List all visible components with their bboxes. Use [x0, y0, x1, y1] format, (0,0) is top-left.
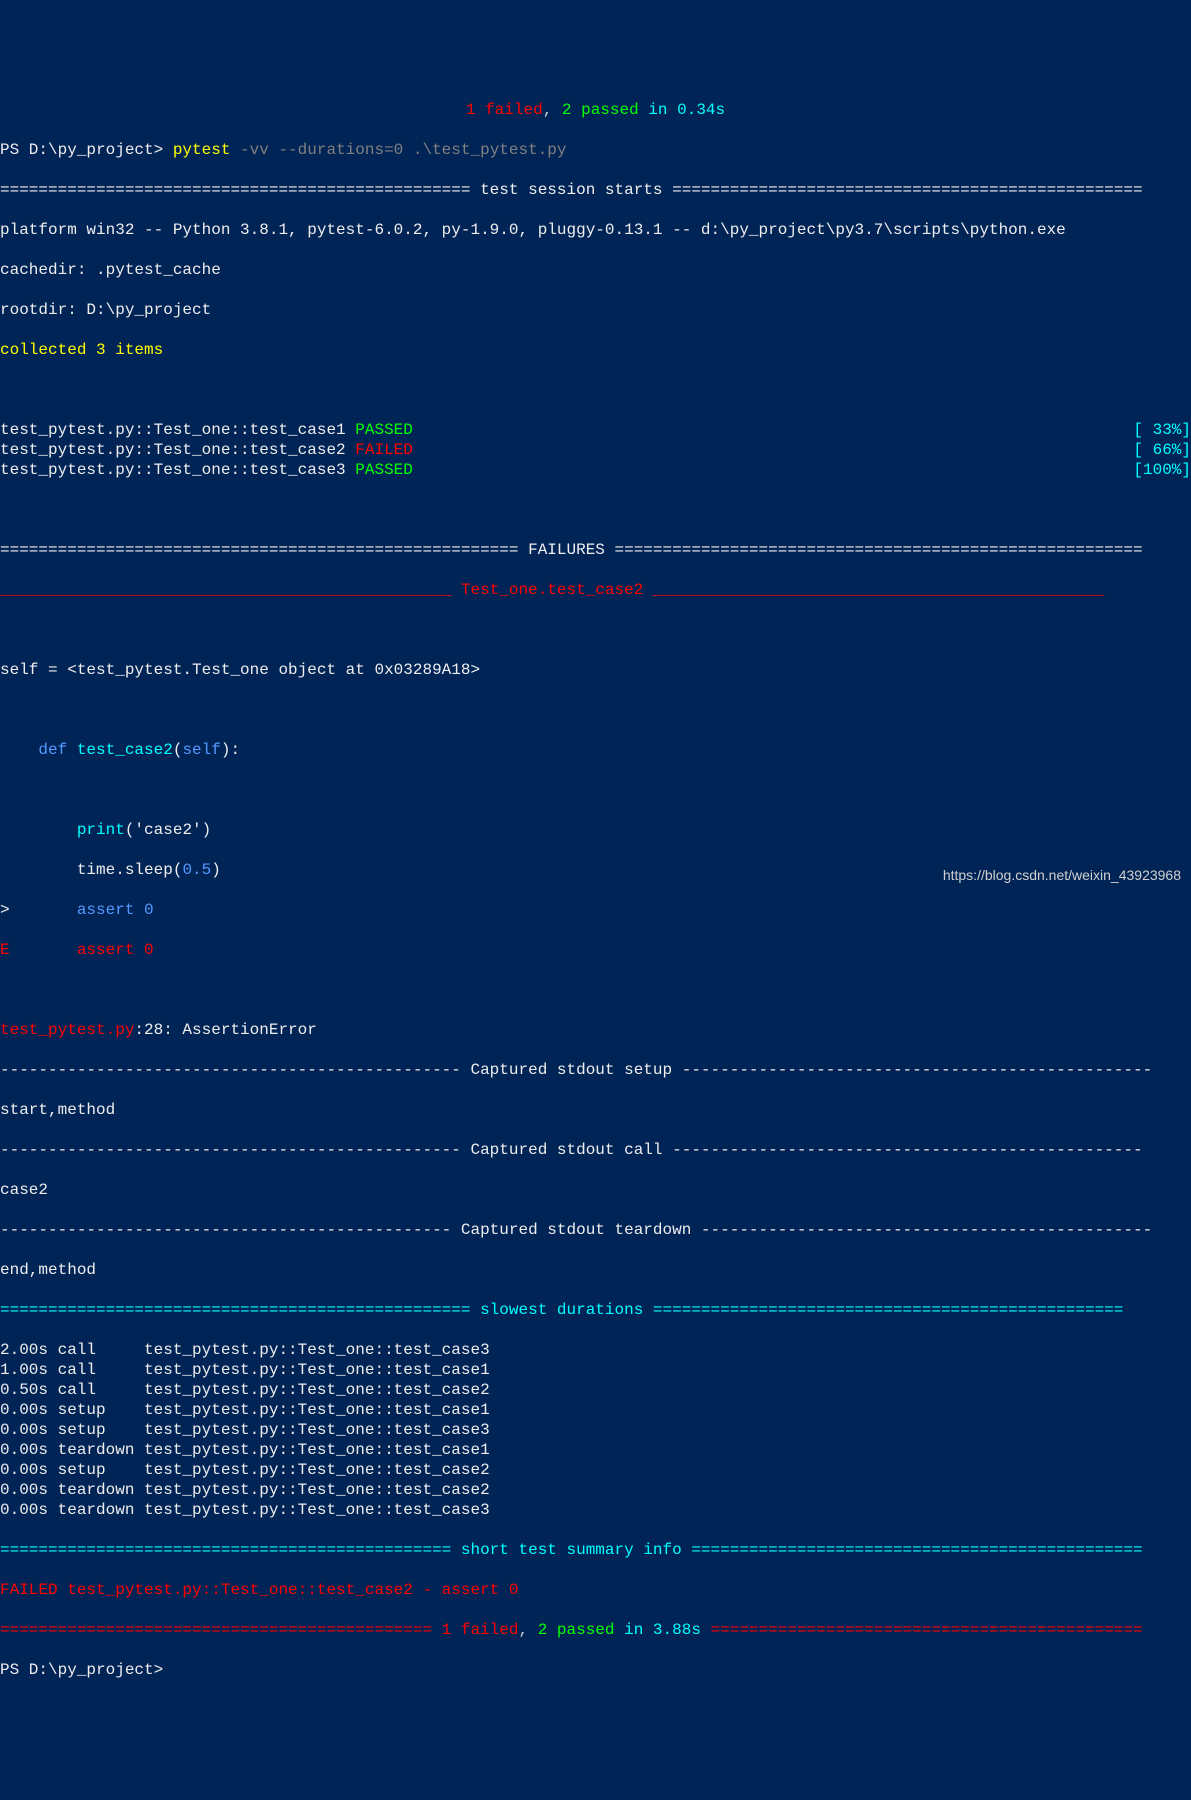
time-text: in 3.88s — [615, 1621, 701, 1639]
test-name: test_pytest.py::Test_one::test_case3 — [0, 461, 355, 479]
post-dashes: ========================================… — [701, 1621, 1143, 1639]
assert-num: 0 — [144, 901, 154, 919]
indent — [10, 901, 77, 919]
def-keyword: def — [0, 741, 77, 759]
rootdir-info: rootdir: D:\py_project — [0, 300, 1191, 320]
separator: , — [518, 1621, 537, 1639]
ps-prompt: PS D:\py_project> — [0, 141, 173, 159]
passed-count: 2 passed — [562, 101, 639, 119]
teardown-divider: ----------------------------------------… — [0, 1220, 1191, 1240]
durations-divider: ========================================… — [0, 1300, 1191, 1320]
test-result-left: test_pytest.py::Test_one::test_case3 PAS… — [0, 460, 413, 480]
assert-line: > assert 0 — [0, 900, 1191, 920]
func-name: test_case2 — [77, 741, 173, 759]
test-status: FAILED — [355, 441, 413, 459]
indent — [10, 941, 77, 959]
blank-line — [0, 700, 1191, 720]
test-result-row: test_pytest.py::Test_one::test_case3 PAS… — [0, 460, 1191, 480]
test-result-row: test_pytest.py::Test_one::test_case2 FAI… — [0, 440, 1191, 460]
duration-line: 0.00s setup test_pytest.py::Test_one::te… — [0, 1420, 1191, 1440]
passed-count: 2 passed — [538, 1621, 615, 1639]
error-file: test_pytest.py — [0, 1021, 134, 1039]
duration-line: 0.00s teardown test_pytest.py::Test_one:… — [0, 1440, 1191, 1460]
teardown-output: end,method — [0, 1260, 1191, 1280]
func-def-line: def test_case2(self): — [0, 740, 1191, 760]
self-repr: self = <test_pytest.Test_one object at 0… — [0, 660, 1191, 680]
test-result-left: test_pytest.py::Test_one::test_case2 FAI… — [0, 440, 413, 460]
blank-line — [0, 380, 1191, 400]
cachedir-info: cachedir: .pytest_cache — [0, 260, 1191, 280]
duration-line: 0.00s setup test_pytest.py::Test_one::te… — [0, 1460, 1191, 1480]
collected-info: collected 3 items — [0, 340, 1191, 360]
blank-line — [0, 500, 1191, 520]
setup-divider: ----------------------------------------… — [0, 1060, 1191, 1080]
test-result-left: test_pytest.py::Test_one::test_case1 PAS… — [0, 420, 413, 440]
failures-divider: ========================================… — [0, 540, 1191, 560]
print-args: ('case2') — [125, 821, 211, 839]
time-text: in 0.34s — [639, 101, 725, 119]
command-line: PS D:\py_project> pytest -vv --durations… — [0, 140, 1191, 160]
watermark: https://blog.csdn.net/weixin_43923968 — [943, 865, 1181, 885]
pytest-args: -vv --durations=0 .\test_pytest.py — [240, 141, 566, 159]
blank-line — [0, 620, 1191, 640]
test-result-row: test_pytest.py::Test_one::test_case1 PAS… — [0, 420, 1191, 440]
sleep-num: 0.5 — [182, 861, 211, 879]
close-paren: ): — [221, 741, 240, 759]
duration-line: 0.00s teardown test_pytest.py::Test_one:… — [0, 1500, 1191, 1520]
print-func: print — [77, 821, 125, 839]
error-line: E assert 0 — [0, 940, 1191, 960]
terminal-output[interactable]: 1 failed, 2 passed in 0.34s PS D:\py_pro… — [0, 80, 1191, 1700]
failed-count: 1 failed — [442, 1621, 519, 1639]
call-divider: ----------------------------------------… — [0, 1140, 1191, 1160]
test-results: test_pytest.py::Test_one::test_case1 PAS… — [0, 420, 1191, 480]
duration-line: 2.00s call test_pytest.py::Test_one::tes… — [0, 1340, 1191, 1360]
session-divider: ========================================… — [0, 180, 1191, 200]
sleep-close: ) — [211, 861, 221, 879]
separator: , — [543, 101, 562, 119]
gt-mark: > — [0, 901, 10, 919]
assert-kw: assert — [77, 941, 144, 959]
assert-kw: assert — [77, 901, 144, 919]
top-summary-line: 1 failed, 2 passed in 0.34s — [0, 100, 1191, 120]
platform-info: platform win32 -- Python 3.8.1, pytest-6… — [0, 220, 1191, 240]
durations-list: 2.00s call test_pytest.py::Test_one::tes… — [0, 1340, 1191, 1520]
duration-line: 1.00s call test_pytest.py::Test_one::tes… — [0, 1360, 1191, 1380]
test-percent: [100%] — [1133, 460, 1191, 480]
blank-line — [0, 980, 1191, 1000]
sleep-call: time.sleep( — [0, 861, 182, 879]
error-pos: :28: AssertionError — [134, 1021, 316, 1039]
call-output: case2 — [0, 1180, 1191, 1200]
e-mark: E — [0, 941, 10, 959]
pytest-command: pytest — [173, 141, 240, 159]
blank-line — [0, 780, 1191, 800]
failed-summary: FAILED test_pytest.py::Test_one::test_ca… — [0, 1580, 1191, 1600]
open-paren: ( — [173, 741, 183, 759]
duration-line: 0.00s setup test_pytest.py::Test_one::te… — [0, 1400, 1191, 1420]
self-param: self — [182, 741, 220, 759]
failed-count: 1 failed — [466, 101, 543, 119]
test-name: test_pytest.py::Test_one::test_case2 — [0, 441, 355, 459]
pre-dashes: ========================================… — [0, 1621, 442, 1639]
test-name: test_pytest.py::Test_one::test_case1 — [0, 421, 355, 439]
assert-num: 0 — [144, 941, 154, 959]
test-status: PASSED — [355, 461, 413, 479]
error-location: test_pytest.py:28: AssertionError — [0, 1020, 1191, 1040]
setup-output: start,method — [0, 1100, 1191, 1120]
summary-divider: ========================================… — [0, 1540, 1191, 1560]
duration-line: 0.50s call test_pytest.py::Test_one::tes… — [0, 1380, 1191, 1400]
test-status: PASSED — [355, 421, 413, 439]
final-prompt-line[interactable]: PS D:\py_project> — [0, 1660, 1191, 1680]
print-line: print('case2') — [0, 820, 1191, 840]
failure-title: ________________________________________… — [0, 580, 1191, 600]
ps-prompt: PS D:\py_project> — [0, 1661, 173, 1679]
duration-line: 0.00s teardown test_pytest.py::Test_one:… — [0, 1480, 1191, 1500]
indent — [0, 821, 77, 839]
test-percent: [ 33%] — [1133, 420, 1191, 440]
test-percent: [ 66%] — [1133, 440, 1191, 460]
bottom-summary: ========================================… — [0, 1620, 1191, 1640]
